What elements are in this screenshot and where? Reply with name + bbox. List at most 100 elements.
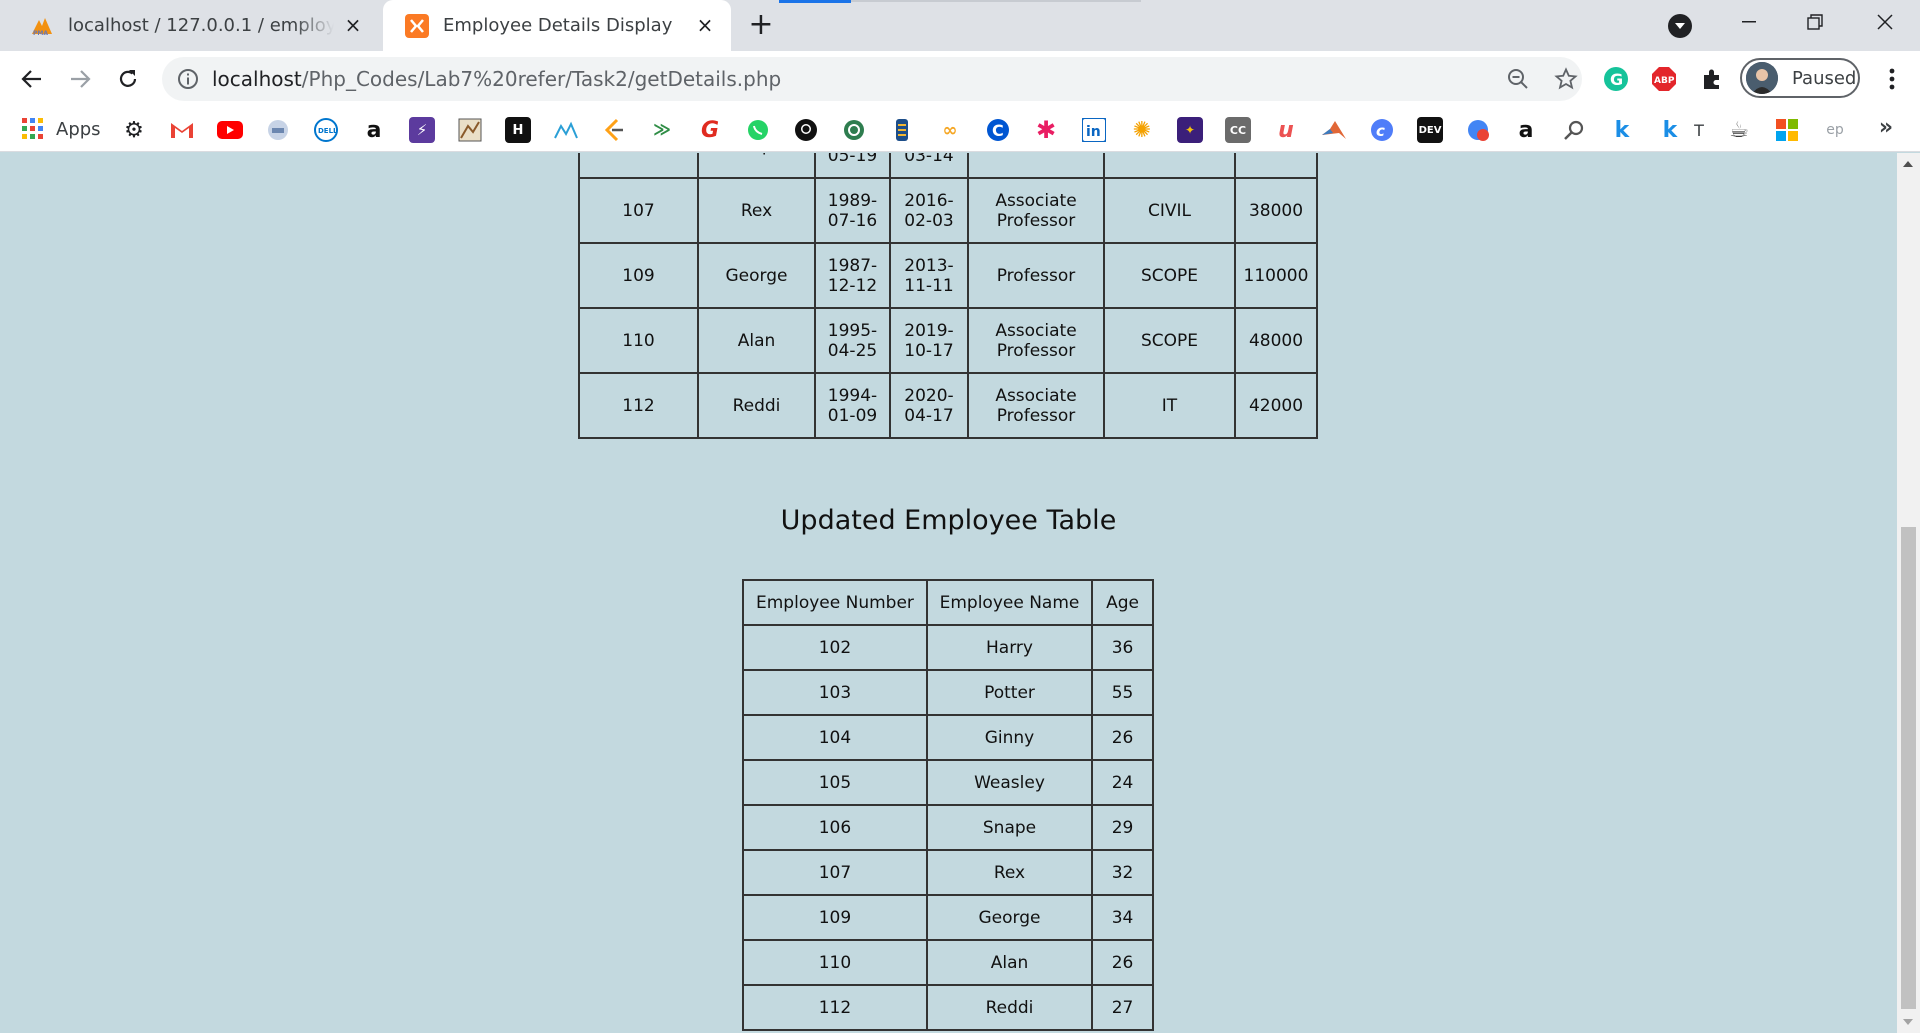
emp-number-cell: 106 bbox=[578, 153, 699, 179]
emp-number-cell: 106 bbox=[742, 804, 928, 851]
linkedin-icon[interactable]: in bbox=[1081, 117, 1107, 143]
cc-icon[interactable]: CC bbox=[1225, 117, 1251, 143]
tab-close-icon[interactable]: × bbox=[693, 13, 717, 37]
bookmark-app-icon[interactable]: ∞ bbox=[937, 117, 963, 143]
url-host: localhost bbox=[212, 67, 302, 91]
bookmark-app-icon[interactable] bbox=[841, 117, 867, 143]
site-info-icon[interactable] bbox=[176, 67, 200, 91]
back-icon[interactable] bbox=[14, 61, 50, 97]
scrollbar-thumb[interactable] bbox=[1901, 527, 1916, 1009]
age-cell: 29 bbox=[1091, 804, 1154, 851]
employee-details-table: 106 Snape 1992-05-19 2016-03-14 Professo… bbox=[578, 153, 1318, 439]
gmail-icon[interactable] bbox=[169, 117, 195, 143]
bookmarks-bar: Apps ⚙ DELL a ⚡ H ≫ G ∞ C ✱ in ✺ ✦ CC u … bbox=[0, 106, 1920, 152]
page-scrollbar[interactable] bbox=[1897, 153, 1920, 1033]
bookmarks-overflow-icon[interactable]: » bbox=[1874, 117, 1898, 141]
bookmark-star-icon[interactable] bbox=[1554, 67, 1578, 91]
whatsapp-icon[interactable] bbox=[745, 117, 771, 143]
geeksforgeeks-icon[interactable]: ≫ bbox=[649, 117, 675, 143]
column-header: Employee Name bbox=[925, 579, 1094, 626]
doj-cell: 2020-04-17 bbox=[889, 372, 969, 439]
zoom-icon[interactable] bbox=[1506, 67, 1530, 91]
leetcode-icon[interactable] bbox=[601, 117, 627, 143]
apps-shortcut[interactable]: Apps bbox=[22, 115, 101, 143]
table-row: 107 Rex 1989-07-16 2016-02-03 Associate … bbox=[578, 177, 1318, 244]
svg-text:DELL: DELL bbox=[318, 127, 338, 135]
bookmark-app-icon[interactable] bbox=[1465, 117, 1491, 143]
github-icon[interactable] bbox=[793, 117, 819, 143]
emp-name-cell: Potter bbox=[925, 669, 1094, 716]
bookmark-app-icon[interactable] bbox=[265, 117, 291, 143]
star-app-icon[interactable]: ✱ bbox=[1033, 116, 1059, 144]
forward-icon[interactable] bbox=[62, 61, 98, 97]
more-menu-icon[interactable] bbox=[1874, 61, 1910, 97]
emp-number-cell: 102 bbox=[742, 624, 928, 671]
emp-name-cell: Alan bbox=[697, 307, 816, 374]
bookmark-app-icon[interactable]: ✦ bbox=[1177, 117, 1203, 143]
search-icon[interactable] bbox=[1561, 117, 1587, 143]
dob-cell: 1992-05-19 bbox=[814, 153, 891, 179]
java-icon[interactable]: ☕ bbox=[1726, 117, 1752, 143]
close-window-icon[interactable] bbox=[1854, 0, 1916, 44]
scroll-up-icon[interactable] bbox=[1903, 161, 1913, 167]
amazon-icon[interactable]: a bbox=[1513, 117, 1539, 143]
tab-employee-details[interactable]: Employee Details Display × bbox=[383, 0, 731, 51]
table-row: 103 Potter 55 bbox=[742, 669, 1154, 716]
restore-icon[interactable] bbox=[1784, 0, 1846, 44]
new-tab-button[interactable]: + bbox=[746, 10, 776, 41]
doj-cell: 2013-11-11 bbox=[889, 242, 969, 309]
browser-toolbar: localhost/Php_Codes/Lab7%20refer/Task2/g… bbox=[0, 51, 1920, 106]
tab-close-icon[interactable]: × bbox=[341, 13, 365, 37]
ep-app-icon[interactable]: ep bbox=[1822, 117, 1848, 143]
t-app-icon[interactable]: T bbox=[1686, 117, 1712, 143]
image-app-icon[interactable] bbox=[457, 117, 483, 143]
bookmark-app-icon[interactable]: ✺ bbox=[1129, 117, 1155, 143]
settings-gear-icon[interactable]: ⚙ bbox=[121, 117, 147, 143]
salary-cell: 48000 bbox=[1234, 307, 1318, 374]
age-cell: 27 bbox=[1091, 984, 1154, 1031]
dob-cell: 1987-12-12 bbox=[814, 242, 891, 309]
url-text[interactable]: localhost/Php_Codes/Lab7%20refer/Task2/g… bbox=[212, 57, 781, 101]
svg-text:in: in bbox=[1086, 124, 1101, 140]
hackerrank-icon[interactable]: H bbox=[505, 117, 531, 143]
microsoft-icon[interactable] bbox=[1774, 117, 1800, 143]
svg-text:c: c bbox=[1376, 122, 1385, 140]
table-row: 110 Alan 1995-04-25 2019-10-17 Associate… bbox=[578, 307, 1318, 374]
table-row: 109 George 34 bbox=[742, 894, 1154, 941]
coursera-icon[interactable]: C bbox=[985, 117, 1011, 143]
minimize-icon[interactable] bbox=[1718, 0, 1780, 44]
url-path: /Php_Codes/Lab7%20refer/Task2/getDetails… bbox=[301, 67, 782, 91]
youtube-icon[interactable] bbox=[217, 117, 243, 143]
k-app-icon[interactable]: k bbox=[1609, 117, 1635, 143]
udemy-icon[interactable]: u bbox=[1273, 117, 1299, 143]
emp-name-cell: Alan bbox=[925, 939, 1094, 986]
matlab-icon[interactable] bbox=[1321, 117, 1347, 143]
dept-cell: SCOPE bbox=[1103, 307, 1236, 374]
age-cell: 55 bbox=[1091, 669, 1154, 716]
emp-name-cell: Ginny bbox=[925, 714, 1094, 761]
apps-label: Apps bbox=[56, 118, 101, 140]
extensions-puzzle-icon[interactable] bbox=[1698, 65, 1726, 93]
g-app-icon[interactable]: G bbox=[697, 117, 723, 143]
emp-number-cell: 107 bbox=[742, 849, 928, 896]
adblock-plus-icon[interactable]: ABP bbox=[1650, 65, 1678, 93]
reload-icon[interactable] bbox=[110, 61, 146, 97]
tab-divider bbox=[851, 0, 1141, 2]
profile-button[interactable]: Paused bbox=[1740, 58, 1860, 98]
scroll-down-icon[interactable] bbox=[1903, 1019, 1913, 1025]
address-bar[interactable]: localhost/Php_Codes/Lab7%20refer/Task2/g… bbox=[162, 57, 1582, 101]
tab-phpmyadmin[interactable]: PMA localhost / 127.0.0.1 / employeedb × bbox=[0, 0, 375, 51]
dell-icon[interactable]: DELL bbox=[313, 117, 339, 143]
emp-number-cell: 109 bbox=[578, 242, 699, 309]
bookmark-app-icon[interactable] bbox=[889, 117, 915, 143]
table-row: 109 George 1987-12-12 2013-11-11 Profess… bbox=[578, 242, 1318, 309]
bookmark-app-icon[interactable] bbox=[553, 117, 579, 143]
dev-icon[interactable]: DEV bbox=[1417, 117, 1443, 143]
xampp-icon bbox=[405, 13, 429, 38]
tab-search-icon[interactable] bbox=[1668, 14, 1692, 38]
grammarly-icon[interactable]: G bbox=[1602, 65, 1630, 93]
k-app-icon[interactable]: k bbox=[1657, 117, 1683, 143]
c-app-icon[interactable]: c bbox=[1369, 117, 1395, 143]
bolt-icon[interactable]: ⚡ bbox=[409, 117, 435, 143]
amazon-icon[interactable]: a bbox=[361, 117, 387, 143]
